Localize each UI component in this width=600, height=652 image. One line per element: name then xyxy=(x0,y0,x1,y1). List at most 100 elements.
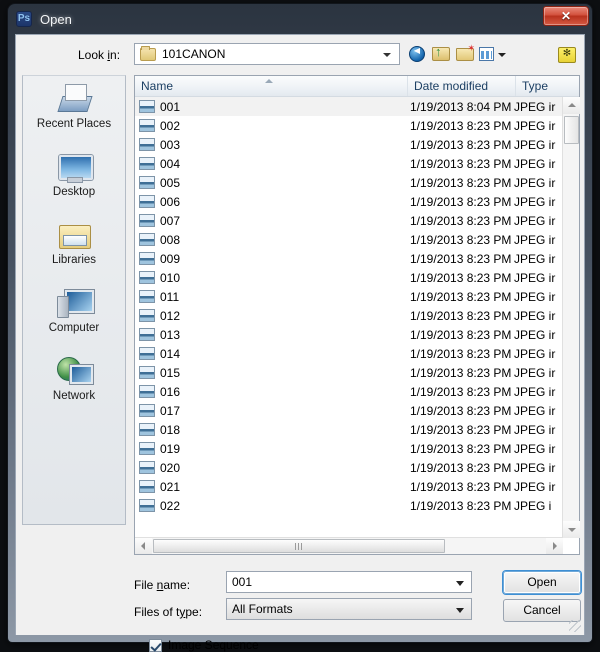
file-name-cell: 020 xyxy=(160,460,181,475)
vertical-scrollbar[interactable] xyxy=(562,97,580,538)
files-of-type-value: All Formats xyxy=(232,602,293,616)
table-row[interactable]: 009 1/19/2013 8:23 PM JPEG ir xyxy=(135,249,563,268)
table-row[interactable]: 012 1/19/2013 8:23 PM JPEG ir xyxy=(135,306,563,325)
date-modified-cell: 1/19/2013 8:23 PM xyxy=(410,441,512,456)
libraries-icon xyxy=(56,218,92,252)
file-name-cell: 012 xyxy=(160,308,181,323)
chevron-down-icon[interactable] xyxy=(456,608,464,613)
place-label: Recent Places xyxy=(36,118,112,130)
close-icon[interactable]: ✕ xyxy=(543,6,589,26)
file-name-label: File name: xyxy=(134,578,191,592)
table-row[interactable]: 018 1/19/2013 8:23 PM JPEG ir xyxy=(135,420,563,439)
file-type-cell: JPEG ir xyxy=(514,346,556,361)
date-modified-cell: 1/19/2013 8:23 PM xyxy=(410,460,512,475)
file-name-cell: 007 xyxy=(160,213,181,228)
file-name-input[interactable]: 001 xyxy=(226,571,472,593)
table-row[interactable]: 005 1/19/2013 8:23 PM JPEG ir xyxy=(135,173,563,192)
table-row[interactable]: 003 1/19/2013 8:23 PM JPEG ir xyxy=(135,135,563,154)
horizontal-scrollbar-thumb[interactable] xyxy=(153,539,445,553)
chevron-down-icon[interactable] xyxy=(456,581,464,586)
date-modified-cell: 1/19/2013 8:23 PM xyxy=(410,118,512,133)
file-type-cell: JPEG ir xyxy=(514,479,556,494)
image-file-icon xyxy=(139,442,155,455)
table-row[interactable]: 022 1/19/2013 8:23 PM JPEG i xyxy=(135,496,563,515)
table-row[interactable]: 013 1/19/2013 8:23 PM JPEG ir xyxy=(135,325,563,344)
table-row[interactable]: 021 1/19/2013 8:23 PM JPEG ir xyxy=(135,477,563,496)
file-name-cell: 014 xyxy=(160,346,181,361)
image-file-icon xyxy=(139,233,155,246)
image-file-icon xyxy=(139,328,155,341)
table-row[interactable]: 004 1/19/2013 8:23 PM JPEG ir xyxy=(135,154,563,173)
file-type-cell: JPEG ir xyxy=(514,403,556,418)
date-modified-cell: 1/19/2013 8:23 PM xyxy=(410,270,512,285)
file-name-cell: 016 xyxy=(160,384,181,399)
place-item-network[interactable]: Network xyxy=(23,348,125,416)
date-modified-cell: 1/19/2013 8:23 PM xyxy=(410,308,512,323)
scroll-up-icon[interactable] xyxy=(563,97,580,114)
file-list-rows[interactable]: 001 1/19/2013 8:04 PM JPEG ir 002 1/19/2013 … xyxy=(135,97,563,538)
table-row[interactable]: 001 1/19/2013 8:04 PM JPEG ir xyxy=(135,97,563,116)
views-button[interactable] xyxy=(478,44,508,65)
file-name-cell: 017 xyxy=(160,403,181,418)
column-header-date-modified[interactable]: Date modified xyxy=(408,76,516,96)
image-file-icon xyxy=(139,157,155,170)
table-row[interactable]: 014 1/19/2013 8:23 PM JPEG ir xyxy=(135,344,563,363)
lookin-value: 101CANON xyxy=(162,47,226,61)
date-modified-cell: 1/19/2013 8:23 PM xyxy=(410,365,512,380)
new-folder-button[interactable] xyxy=(454,43,476,65)
file-name-cell: 002 xyxy=(160,118,181,133)
file-name-cell: 003 xyxy=(160,137,181,152)
chevron-down-icon xyxy=(498,53,506,57)
file-name-cell: 005 xyxy=(160,175,181,190)
table-row[interactable]: 015 1/19/2013 8:23 PM JPEG ir xyxy=(135,363,563,382)
file-name-cell: 008 xyxy=(160,232,181,247)
open-dialog-window: Ps Open ✕ Look in: 101CANON ◀ ↑ ✶ ✻ Rece… xyxy=(8,4,592,652)
open-button[interactable]: Open xyxy=(503,571,581,594)
bridge-button[interactable] xyxy=(556,44,578,65)
image-file-icon xyxy=(139,461,155,474)
table-row[interactable]: 002 1/19/2013 8:23 PM JPEG ir xyxy=(135,116,563,135)
place-item-desktop[interactable]: Desktop xyxy=(23,144,125,212)
dialog-client-area: Look in: 101CANON ◀ ↑ ✶ ✻ Recent Places … xyxy=(15,34,585,652)
table-row[interactable]: 020 1/19/2013 8:23 PM JPEG ir xyxy=(135,458,563,477)
date-modified-cell: 1/19/2013 8:23 PM xyxy=(410,175,512,190)
column-header-type[interactable]: Type xyxy=(516,76,562,96)
table-row[interactable]: 010 1/19/2013 8:23 PM JPEG ir xyxy=(135,268,563,287)
file-type-cell: JPEG ir xyxy=(514,118,556,133)
cancel-button[interactable]: Cancel xyxy=(503,599,581,622)
files-of-type-dropdown[interactable]: All Formats xyxy=(226,598,472,620)
table-row[interactable]: 011 1/19/2013 8:23 PM JPEG ir xyxy=(135,287,563,306)
image-file-icon xyxy=(139,214,155,227)
image-file-icon xyxy=(139,385,155,398)
back-button[interactable] xyxy=(406,44,428,65)
column-header-name[interactable]: Name xyxy=(135,76,408,96)
vertical-scrollbar-thumb[interactable] xyxy=(564,116,579,144)
file-type-cell: JPEG ir xyxy=(514,137,556,152)
date-modified-cell: 1/19/2013 8:23 PM xyxy=(410,479,512,494)
lookin-dropdown[interactable]: 101CANON xyxy=(134,43,400,65)
place-item-recent-places[interactable]: Recent Places xyxy=(23,76,125,144)
table-row[interactable]: 016 1/19/2013 8:23 PM JPEG ir xyxy=(135,382,563,401)
file-type-cell: JPEG ir xyxy=(514,232,556,247)
file-type-cell: JPEG ir xyxy=(514,213,556,228)
image-file-icon xyxy=(139,290,155,303)
scroll-down-icon[interactable] xyxy=(563,521,580,538)
scroll-left-icon[interactable] xyxy=(135,538,152,554)
table-row[interactable]: 017 1/19/2013 8:23 PM JPEG ir xyxy=(135,401,563,420)
network-icon xyxy=(56,354,93,388)
image-file-icon xyxy=(139,366,155,379)
up-one-level-button[interactable] xyxy=(430,44,452,65)
table-row[interactable]: 006 1/19/2013 8:23 PM JPEG ir xyxy=(135,192,563,211)
title-bar: Ps Open ✕ xyxy=(8,4,592,34)
place-item-libraries[interactable]: Libraries xyxy=(23,212,125,280)
place-item-computer[interactable]: Computer xyxy=(23,280,125,348)
table-row[interactable]: 008 1/19/2013 8:23 PM JPEG ir xyxy=(135,230,563,249)
table-row[interactable]: 019 1/19/2013 8:23 PM JPEG ir xyxy=(135,439,563,458)
file-type-cell: JPEG ir xyxy=(514,99,556,114)
table-row[interactable]: 007 1/19/2013 8:23 PM JPEG ir xyxy=(135,211,563,230)
resize-grip[interactable] xyxy=(569,620,581,632)
desktop-icon xyxy=(56,150,93,184)
image-file-icon xyxy=(139,119,155,132)
horizontal-scrollbar[interactable] xyxy=(135,537,563,554)
scroll-right-icon[interactable] xyxy=(546,538,563,554)
